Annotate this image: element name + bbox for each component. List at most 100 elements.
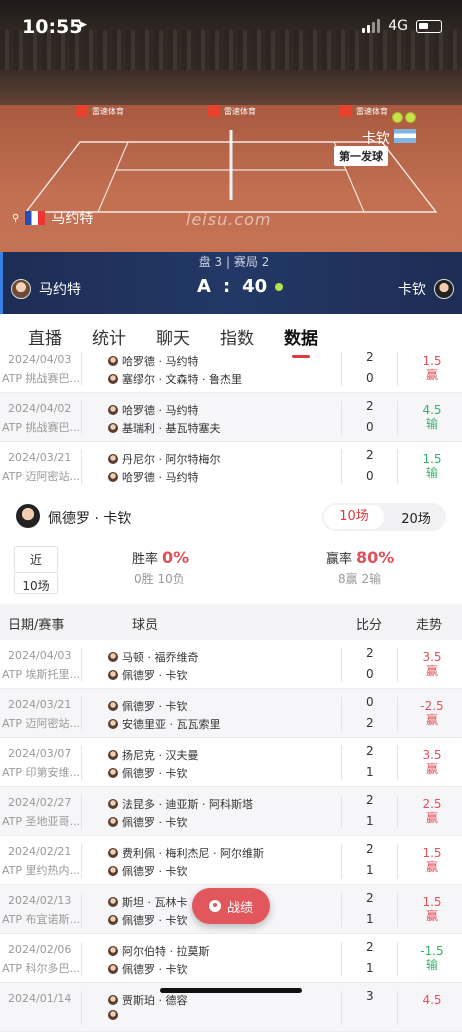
recent-selector[interactable]: 近 10场 <box>14 546 58 594</box>
trend-result: 赢 <box>425 368 438 382</box>
trend-value: 1.5 <box>422 846 442 860</box>
divider <box>341 893 342 927</box>
set-game-label: 盘 3 | 赛局 2 <box>198 255 270 269</box>
table-row[interactable]: 2024/03/21 ATP 迈阿密站... 丹尼尔 · 阿尔特梅尔 哈罗德 · 马约… <box>0 442 462 491</box>
seg-10-matches[interactable]: 10场 <box>324 505 384 529</box>
divider <box>341 991 342 1025</box>
trend-result: 赢 <box>425 860 438 874</box>
player-a: 贾斯珀 · 德容 <box>108 992 188 1008</box>
trend-value: -2.5 <box>420 699 444 713</box>
col-trend: 走势 <box>416 618 443 633</box>
score-a: 2 <box>366 842 374 856</box>
player-avatar <box>16 504 40 528</box>
divider <box>81 648 82 682</box>
match-date: 2024/04/02 <box>8 402 72 415</box>
player-a: 哈罗德 · 马约特 <box>108 402 199 418</box>
player-avatar-icon <box>108 652 118 662</box>
table-row[interactable]: 2024/03/21 ATP 迈阿密站... 佩德罗 · 卡钦 安德里亚 · 瓦瓦索里… <box>0 689 462 738</box>
court-player1-name: 马约特 <box>51 211 94 227</box>
match-date: 2024/01/14 <box>8 992 72 1005</box>
player1-name: 马约特 <box>39 282 81 298</box>
table-row[interactable]: 2024/02/21 ATP 里约热内... 费利佩 · 梅利杰尼 · 阿尔维斯 佩德… <box>0 836 462 885</box>
trend-value: 4.5 <box>422 993 442 1007</box>
match-event: ATP 科尔多巴... <box>2 962 80 975</box>
player-b-name: 佩德罗 · 卡钦 <box>122 914 188 927</box>
player-a-name: 马顿 · 福乔维奇 <box>122 651 199 664</box>
col-date-event: 日期/赛事 <box>8 618 65 633</box>
player-b-name: 安德里亚 · 瓦瓦索里 <box>122 718 221 731</box>
match-date: 2024/02/21 <box>8 845 72 858</box>
player-avatar-icon <box>108 423 118 433</box>
score-player1[interactable]: 马约特 <box>11 279 81 299</box>
trend-result: 输 <box>425 417 438 431</box>
serve-badge: 第一发球 <box>334 146 388 166</box>
score-b: 1 <box>366 961 374 975</box>
player-avatar-icon <box>108 866 118 876</box>
seg-20-matches[interactable]: 20场 <box>386 508 446 527</box>
tennis-ball-icon <box>405 112 416 123</box>
recent-label: 近 <box>29 553 42 567</box>
record-button[interactable]: 战绩 <box>192 888 270 924</box>
player-a-name: 扬尼克 · 汉夫曼 <box>122 749 199 762</box>
score-player2[interactable]: 卡钦 <box>398 279 454 299</box>
player-b: 佩德罗 · 卡钦 <box>108 765 188 781</box>
player-b: 佩德罗 · 卡钦 <box>108 863 188 879</box>
divider <box>341 942 342 976</box>
tennis-ball-icon <box>392 112 403 123</box>
player-b: 安德里亚 · 瓦瓦索里 <box>108 716 221 732</box>
trend-result: 赢 <box>425 909 438 923</box>
score-a: 3 <box>366 989 374 1003</box>
divider <box>341 746 342 780</box>
divider <box>397 795 398 829</box>
player-avatar-icon <box>108 995 118 1005</box>
table-row[interactable]: 2024/04/03 ATP 挑战赛巴... 哈罗德 · 马约特 塞缪尔 · 文森特 … <box>0 344 462 393</box>
player-avatar-icon <box>108 915 118 925</box>
home-indicator[interactable] <box>160 988 302 993</box>
score-a: 2 <box>366 891 374 905</box>
table-row[interactable]: 2024/02/27 ATP 圣地亚哥... 法昆多 · 迪亚斯 · 阿科斯塔 佩德罗… <box>0 787 462 836</box>
player-a-name: 哈罗德 · 马约特 <box>122 404 199 417</box>
score-a: 0 <box>366 695 374 709</box>
divider <box>341 697 342 731</box>
status-time: 10:55 <box>22 16 83 38</box>
player-history-list: 2024/04/03 ATP 埃斯托里... 马顿 · 福乔维奇 佩德罗 · 卡钦 2 0… <box>0 640 462 1032</box>
trend: 1.5 赢 <box>414 895 450 923</box>
divider <box>81 697 82 731</box>
opponent-history-list: 2024/04/03 ATP 挑战赛巴... 哈罗德 · 马约特 塞缪尔 · 文森特 … <box>0 344 462 491</box>
player-a: 斯坦 · 瓦林卡 <box>108 894 188 910</box>
location-arrow-icon: ➤ <box>76 17 88 33</box>
divider <box>81 844 82 878</box>
col-player: 球员 <box>132 618 159 633</box>
table-row[interactable]: 2024/03/07 ATP 印第安维... 扬尼克 · 汉夫曼 佩德罗 · 卡钦 2 1… <box>0 738 462 787</box>
player-avatar-icon <box>108 750 118 760</box>
player-avatar-icon <box>108 701 118 711</box>
score-a: 2 <box>366 350 374 364</box>
player-b-name: 基瑞利 · 基瓦特塞夫 <box>122 422 221 435</box>
table-row[interactable]: 2024/04/03 ATP 埃斯托里... 马顿 · 福乔维奇 佩德罗 · 卡钦 2 0… <box>0 640 462 689</box>
table-row[interactable]: 2024/02/06 ATP 科尔多巴... 阿尔伯特 · 拉莫斯 佩德罗 · 卡钦 2… <box>0 934 462 983</box>
player-b: 佩德罗 · 卡钦 <box>108 814 188 830</box>
record-summary: 近 10场 胜率 0% 0胜 10负 赢率 80% 8赢 2输 <box>0 542 462 604</box>
score-a: 2 <box>366 793 374 807</box>
player2-avatar <box>434 279 454 299</box>
player-b: 佩德罗 · 卡钦 <box>108 667 188 683</box>
court-player2-name: 卡钦 <box>362 131 390 147</box>
player-a: 丹尼尔 · 阿尔特梅尔 <box>108 451 221 467</box>
trend: -2.5 赢 <box>414 699 450 727</box>
divider <box>81 942 82 976</box>
score-b: 1 <box>366 765 374 779</box>
score-b: 0 <box>366 469 374 483</box>
table-row[interactable]: 2024/04/02 ATP 挑战赛巴... 哈罗德 · 马约特 基瑞利 · 基瓦特塞… <box>0 393 462 442</box>
match-event: ATP 里约热内... <box>2 864 80 877</box>
trend: 4.5 <box>414 993 450 1007</box>
player-b <box>108 1010 122 1020</box>
recent-count: 10场 <box>15 572 57 594</box>
player-a: 马顿 · 福乔维奇 <box>108 649 199 665</box>
player-avatar-icon <box>108 799 118 809</box>
player-b-name: 佩德罗 · 卡钦 <box>122 963 188 976</box>
match-date: 2024/04/03 <box>8 353 72 366</box>
divider <box>341 352 342 386</box>
france-flag-icon <box>25 211 46 225</box>
divider <box>397 893 398 927</box>
signal-icon <box>362 19 381 33</box>
